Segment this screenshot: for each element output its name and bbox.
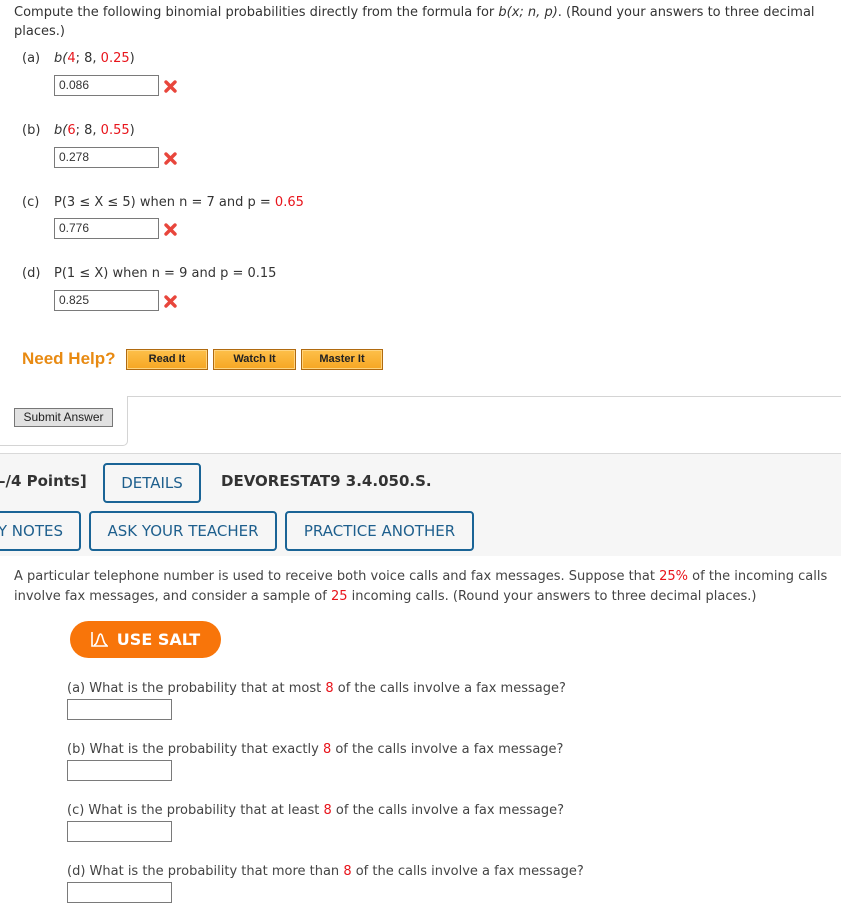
incorrect-icon bbox=[164, 295, 177, 308]
answer-input-2a[interactable] bbox=[67, 699, 172, 720]
question-c-label: (c) What is the probability that at leas… bbox=[67, 803, 565, 818]
part-a-label: (a) b(4; 8, 0.25) bbox=[22, 51, 135, 66]
incorrect-icon bbox=[164, 152, 177, 165]
incorrect-icon bbox=[164, 80, 177, 93]
part-c-label: (c) P(3 ≤ X ≤ 5) when n = 7 and p = 0.65 bbox=[22, 195, 304, 210]
points-label: –/4 Points] bbox=[0, 472, 87, 490]
use-salt-button[interactable]: USE SALT bbox=[70, 621, 221, 658]
problem-instructions: Compute the following binomial probabili… bbox=[14, 5, 815, 39]
problem-statement: A particular telephone number is used to… bbox=[14, 569, 828, 604]
question-code: DEVORESTAT9 3.4.050.S. bbox=[221, 472, 432, 490]
submit-answer-button[interactable]: Submit Answer bbox=[14, 408, 113, 427]
answer-input-b[interactable]: 0.278 bbox=[54, 147, 159, 168]
details-button[interactable]: DETAILS bbox=[103, 463, 201, 503]
question-a-label: (a) What is the probability that at most… bbox=[67, 681, 566, 696]
watch-it-button[interactable]: Watch It bbox=[213, 349, 296, 370]
part-d-label: (d) P(1 ≤ X) when n = 9 and p = 0.15 bbox=[22, 266, 277, 281]
formula: b(x; n, p) bbox=[498, 5, 558, 20]
answer-input-2d[interactable] bbox=[67, 882, 172, 903]
ask-your-teacher-button[interactable]: ASK YOUR TEACHER bbox=[89, 511, 277, 551]
salt-distribution-icon bbox=[90, 632, 108, 647]
divider bbox=[128, 396, 841, 397]
master-it-button[interactable]: Master It bbox=[301, 349, 383, 370]
question-d-label: (d) What is the probability that more th… bbox=[67, 864, 584, 879]
answer-input-2c[interactable] bbox=[67, 821, 172, 842]
answer-input-2b[interactable] bbox=[67, 760, 172, 781]
incorrect-icon bbox=[164, 223, 177, 236]
read-it-button[interactable]: Read It bbox=[126, 349, 208, 370]
part-b-label: (b) b(6; 8, 0.55) bbox=[22, 123, 135, 138]
question-b-label: (b) What is the probability that exactly… bbox=[67, 742, 564, 757]
answer-input-c[interactable]: 0.776 bbox=[54, 218, 159, 239]
practice-another-button[interactable]: PRACTICE ANOTHER bbox=[285, 511, 474, 551]
my-notes-button[interactable]: Y NOTES bbox=[0, 511, 81, 551]
need-help-label: Need Help? bbox=[22, 349, 116, 368]
answer-input-d[interactable]: 0.825 bbox=[54, 290, 159, 311]
answer-input-a[interactable]: 0.086 bbox=[54, 75, 159, 96]
